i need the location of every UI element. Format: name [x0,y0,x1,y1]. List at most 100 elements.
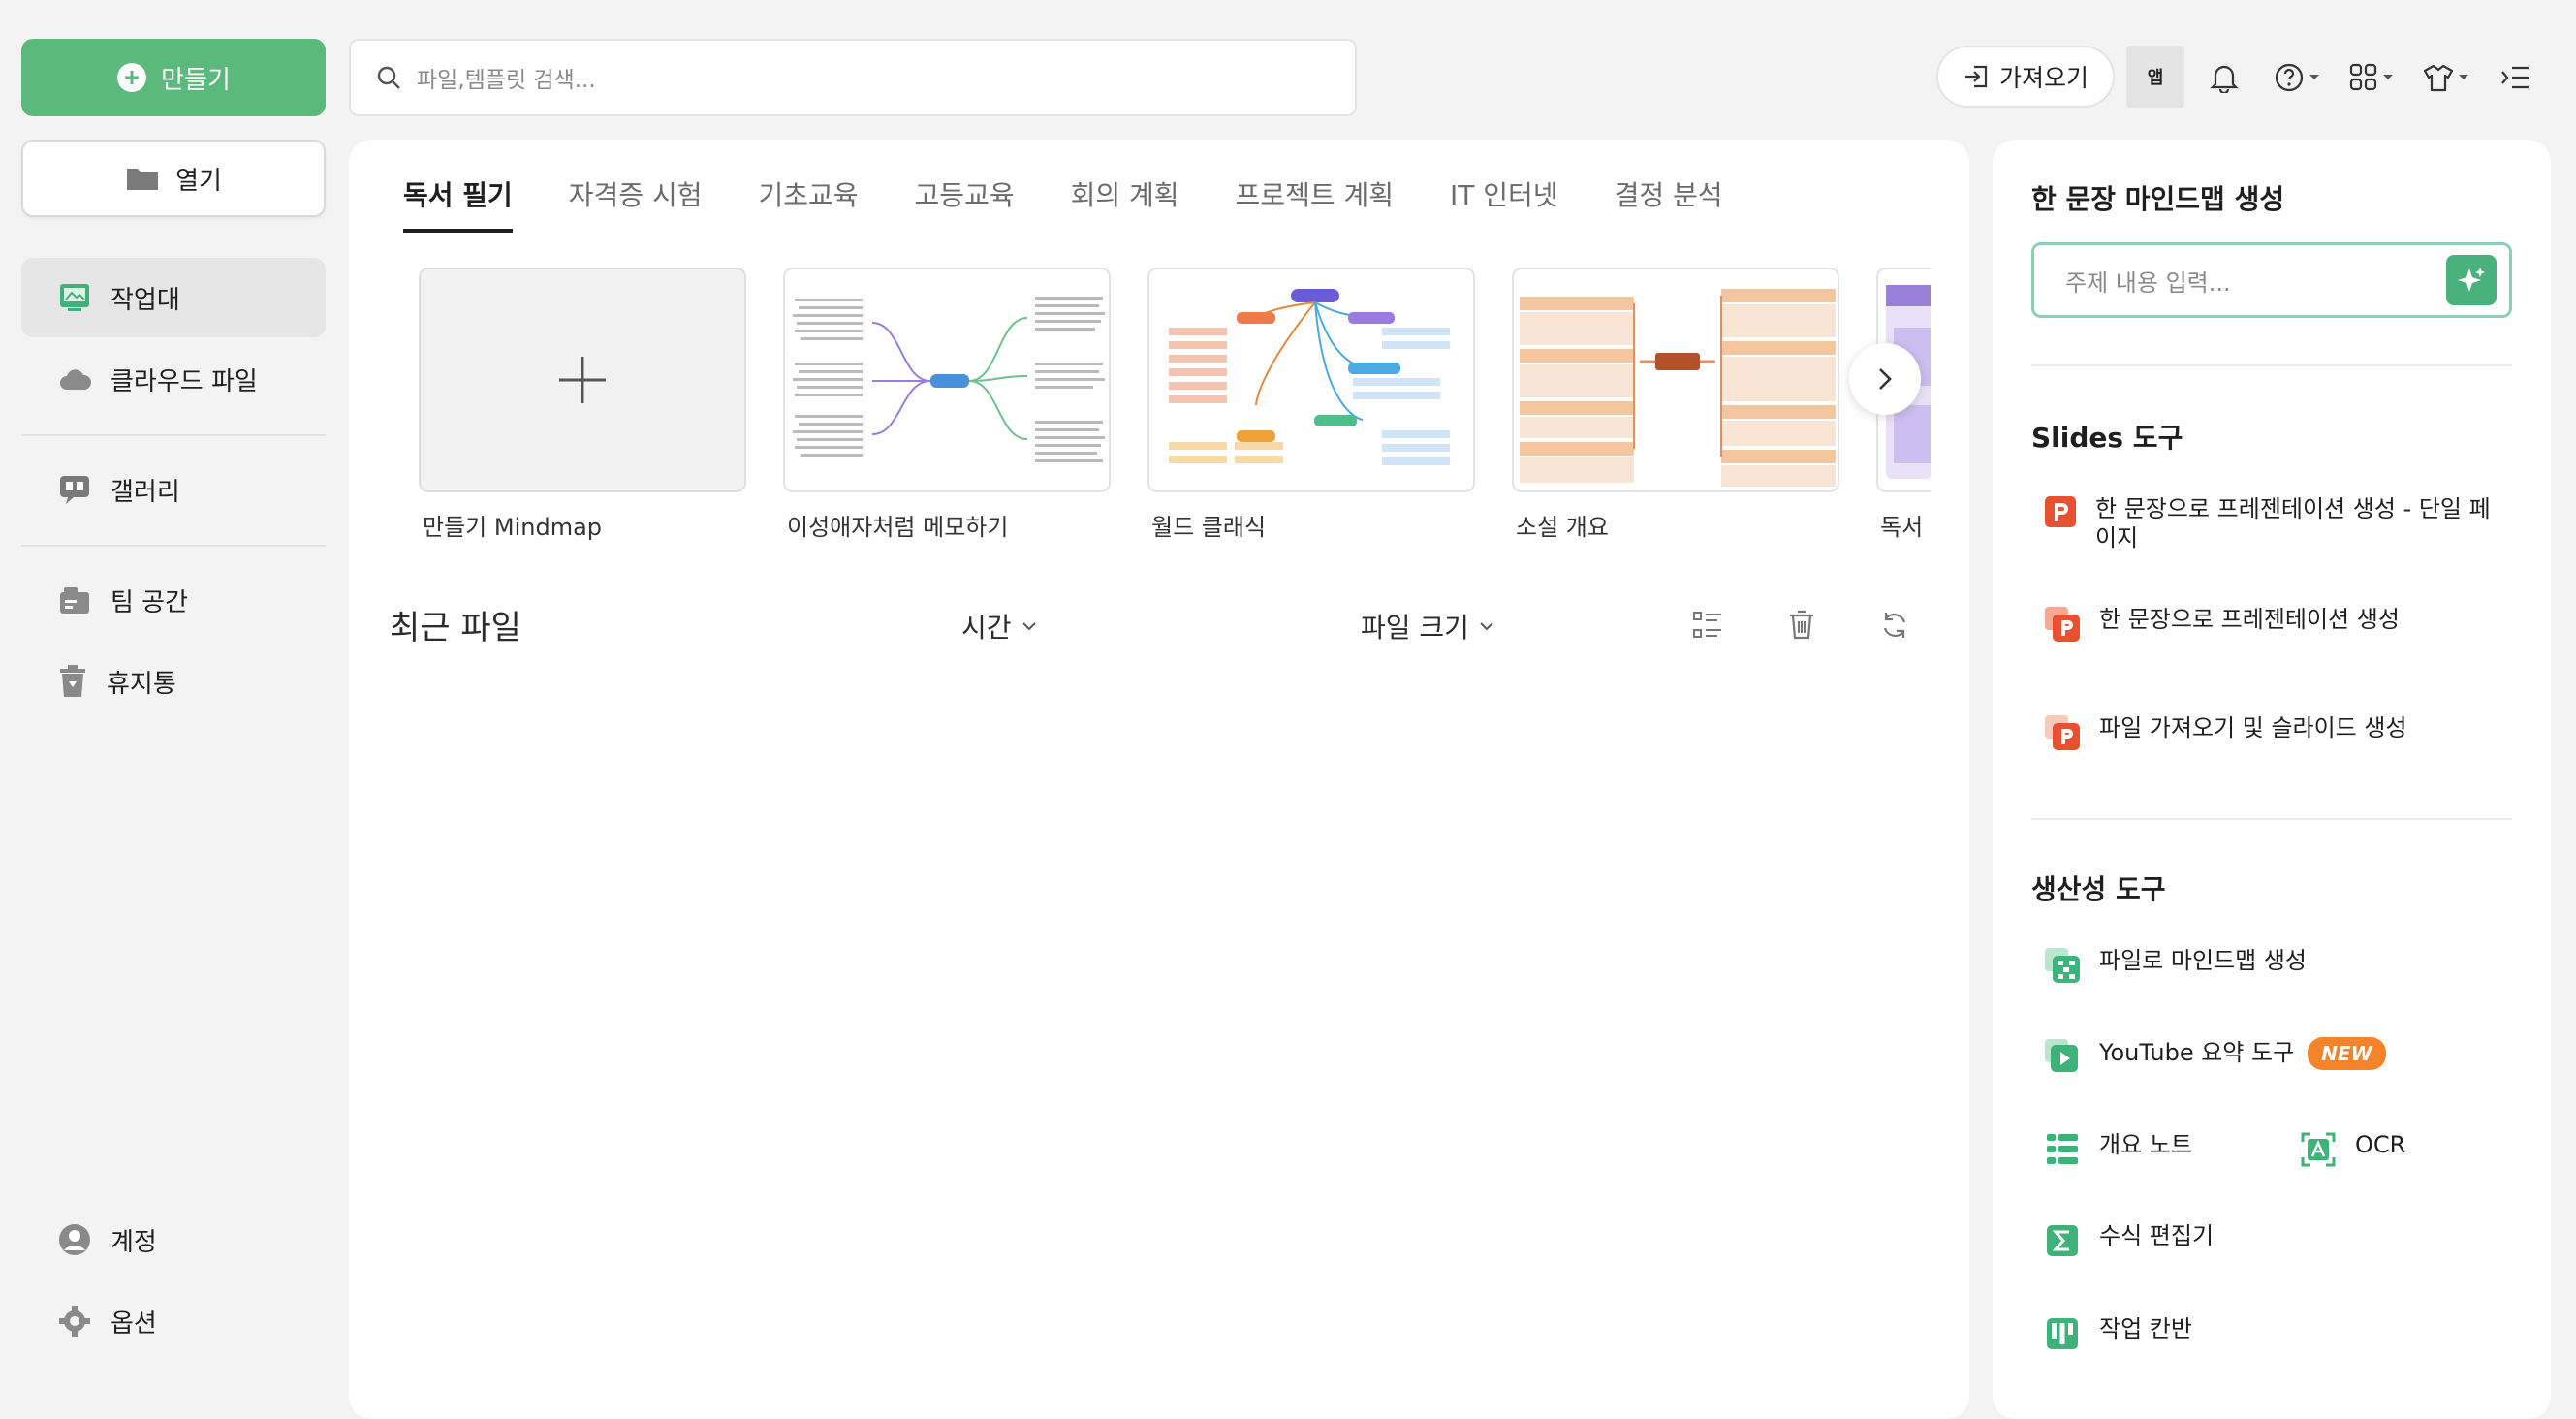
tab-certification-exam[interactable]: 자격증 시험 [569,174,703,233]
sidebar-divider [21,434,326,436]
template-card-thumbnail[interactable] [783,268,1111,492]
slides-tool-label: 한 문장으로 프레젠테이션 생성 - 단일 페이지 [2095,495,2491,552]
template-card-label: 소설 개요 [1516,514,1609,541]
topic-placeholder: 주제 내용 입력... [2065,268,2231,297]
list-view-button[interactable] [1692,611,1723,640]
refresh-button[interactable] [1880,611,1909,640]
tool-file-to-mindmap[interactable]: 파일로 마인드맵 생성 [2043,946,2307,985]
sparkle-icon [2458,268,2485,292]
import-button[interactable]: 가져오기 [1936,46,2115,108]
app-label: 앱 [2147,68,2164,88]
ocr-icon [2301,1132,2336,1167]
slides-import-icon [2045,715,2080,750]
tab-higher-education[interactable]: 고등교육 [915,174,1015,233]
sort-time-dropdown[interactable]: 시간 [961,607,1037,646]
sort-size-label: 파일 크기 [1361,612,1469,644]
sidebar-item-gallery[interactable]: 갤러리 [21,450,326,529]
apps-grid-button[interactable] [2349,58,2394,97]
plus-icon [559,357,606,403]
refresh-icon [1883,613,1906,638]
tool-label: 수식 편집기 [2099,1222,2215,1249]
slides-tool-import-file[interactable]: 파일 가져오기 및 슬라이드 생성 [2043,713,2407,752]
mindmap-thumbnail [793,297,1105,462]
create-button[interactable]: 만들기 [21,39,326,116]
chevron-right-icon [1879,368,1892,390]
new-badge: NEW [2308,1037,2386,1070]
caret-down-icon [2309,75,2319,79]
import-icon [1964,65,1988,88]
recent-files-title: 최근 파일 [390,609,521,647]
slides-multi-icon [2045,607,2080,642]
sidebar-item-trash[interactable]: 휴지통 [21,642,326,721]
productivity-tools-title: 생산성 도구 [2031,873,2166,905]
slides-tool-label: 파일 가져오기 및 슬라이드 생성 [2099,714,2407,741]
template-card-thumbnail[interactable] [1512,268,1839,492]
collapse-panel-icon [2501,66,2529,89]
slides-tool-presentation[interactable]: 한 문장으로 프레젠테이션 생성 [2043,605,2400,644]
folder-icon [127,169,159,190]
sidebar-item-workbench[interactable]: 작업대 [21,258,326,337]
tool-ocr[interactable]: OCR [2299,1130,2405,1169]
template-card-blank[interactable] [419,268,746,492]
tool-outline-notes[interactable]: 개요 노트 [2043,1130,2192,1169]
chevron-down-icon [1480,622,1493,631]
search-icon [377,66,400,89]
tool-task-kanban[interactable]: 작업 칸반 [2043,1314,2192,1353]
topic-input[interactable]: 주제 내용 입력... [2031,242,2512,318]
notifications-button[interactable] [2210,58,2239,97]
tool-formula-editor[interactable]: 수식 편집기 [2043,1221,2214,1260]
carousel-next-button[interactable] [1849,343,1921,415]
tab-basic-education[interactable]: 기초교육 [759,174,859,233]
caret-down-icon [2383,75,2393,79]
help-button[interactable] [2274,58,2320,97]
template-tabs: 독서 필기 자격증 시험 기초교육 고등교육 회의 계획 프로젝트 계획 IT … [403,174,1723,233]
panel-divider [2031,364,2512,366]
template-card-thumbnail[interactable] [1147,268,1475,492]
trash-icon [60,665,85,697]
sidebar-item-options[interactable]: 옵션 [21,1281,326,1361]
open-button[interactable]: 열기 [21,140,326,217]
template-card-label: 독서 [1880,514,1924,541]
sidebar-item-label: 클라우드 파일 [110,366,258,396]
toggle-panel-button[interactable] [2500,58,2531,97]
open-label: 열기 [175,166,222,196]
sidebar-item-label: 계정 [110,1227,157,1257]
apps-grid-icon [2349,63,2377,91]
sort-size-dropdown[interactable]: 파일 크기 [1361,607,1494,646]
generate-ai-button[interactable] [2446,255,2497,305]
tab-decision-analysis[interactable]: 결정 분석 [1615,174,1723,233]
cloud-icon [60,369,91,390]
sidebar-item-label: 휴지통 [107,669,176,699]
slides-tools-title: Slides 도구 [2031,422,2183,454]
slides-tool-single-page[interactable]: 한 문장으로 프레젠테이션 생성 - 단일 페이지 [2043,494,2502,552]
tab-project-plan[interactable]: 프로젝트 계획 [1236,174,1394,233]
tab-it-internet[interactable]: IT 인터넷 [1450,174,1558,233]
account-icon [59,1224,90,1255]
sort-time-label: 시간 [961,612,1012,644]
search-input[interactable]: 파일,템플릿 검색... [349,39,1357,116]
help-icon [2275,63,2304,92]
sidebar-item-label: 옵션 [110,1309,157,1339]
sidebar-divider [21,545,326,547]
import-label: 가져오기 [1998,64,2089,92]
tab-meeting-plan[interactable]: 회의 계획 [1071,174,1179,233]
delete-button[interactable] [1787,609,1816,640]
app-button[interactable]: 앱 [2126,46,2184,108]
sidebar-item-account[interactable]: 계정 [21,1200,326,1279]
sidebar-item-label: 팀 공간 [110,587,189,617]
plus-circle-icon [117,63,147,92]
sidebar-item-team-space[interactable]: 팀 공간 [21,560,326,640]
tab-reading-notes[interactable]: 독서 필기 [403,174,513,233]
outline-notes-icon [2047,1134,2078,1164]
tool-label: 개요 노트 [2099,1131,2192,1158]
youtube-summary-icon [2045,1039,2078,1072]
tool-youtube-summary[interactable]: YouTube 요약 도구 NEW [2043,1037,2386,1076]
sidebar-item-label: 갤러리 [110,477,180,507]
sidebar-item-cloud-files[interactable]: 클라우드 파일 [21,339,326,419]
gallery-icon [60,476,89,504]
mindmap-thumbnail [1169,289,1450,465]
template-card-label: 이성애자처럼 메모하기 [787,514,1009,541]
theme-button[interactable] [2423,58,2469,97]
tool-label-text: YouTube 요약 도구 [2099,1039,2295,1066]
search-placeholder: 파일,템플릿 검색... [417,68,596,93]
